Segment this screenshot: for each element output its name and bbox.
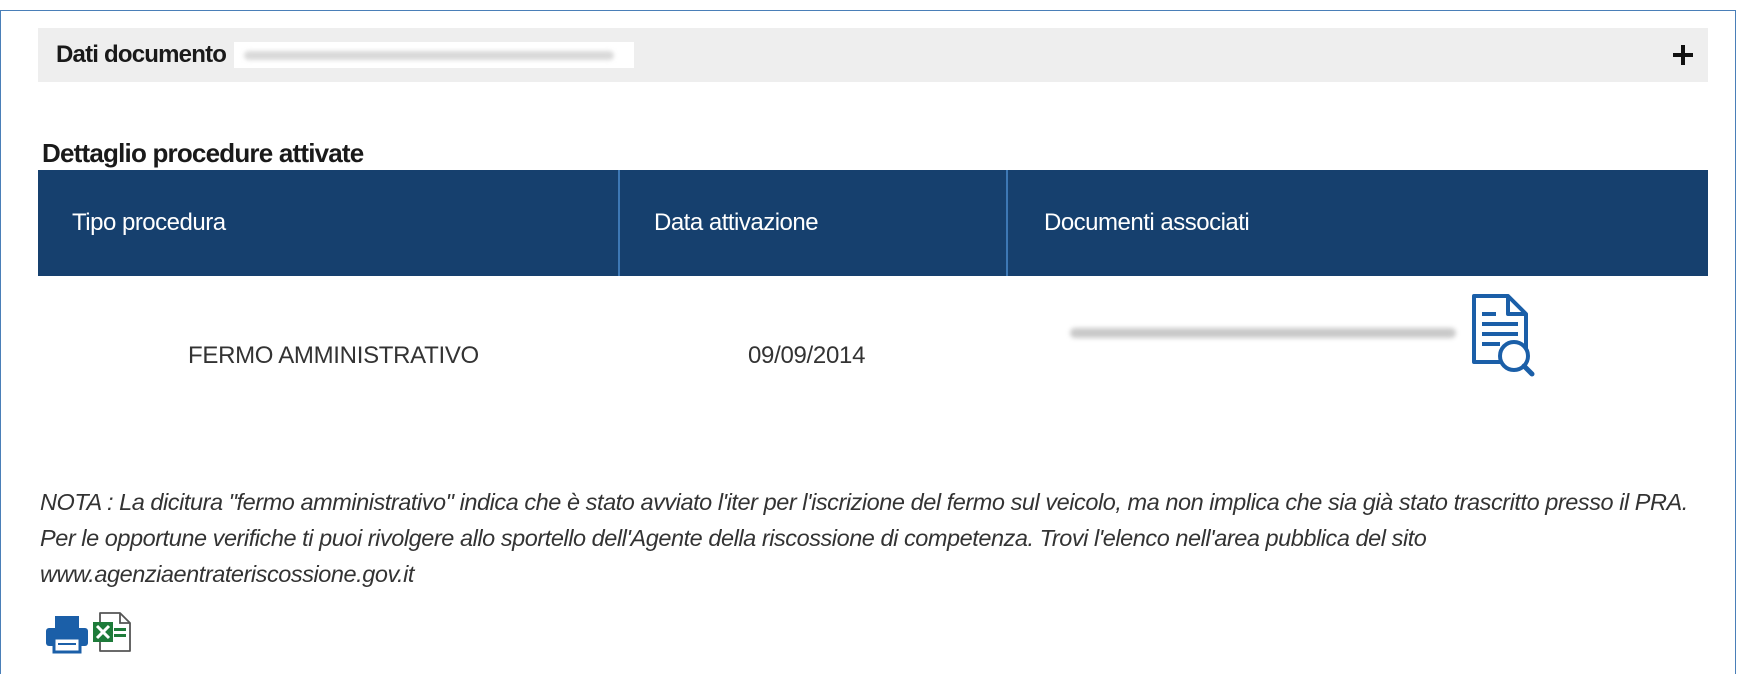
excel-export-icon[interactable] — [90, 610, 132, 654]
dati-documento-accordion[interactable]: Dati documento — [38, 28, 1708, 82]
section-title: Dettaglio procedure attivate — [42, 138, 364, 168]
cell-data-attivazione: 09/09/2014 — [748, 342, 866, 369]
redacted-document-id — [234, 42, 635, 68]
accordion-label: Dati documento — [56, 41, 227, 68]
printer-icon[interactable] — [44, 614, 90, 654]
cell-tipo-procedura: FERMO AMMINISTRATIVO — [188, 342, 479, 369]
column-header-tipo-procedura: Tipo procedura — [38, 170, 620, 276]
plus-icon[interactable] — [1668, 40, 1698, 70]
column-header-documenti-associati: Documenti associati — [1044, 209, 1250, 236]
nota-text: NOTA : La dicitura "fermo amministrativo… — [40, 489, 1688, 587]
column-header-data-attivazione: Data attivazione — [620, 170, 1008, 276]
redacted-document-number — [1070, 328, 1456, 338]
document-search-icon[interactable] — [1468, 292, 1536, 380]
table-header: Tipo procedura Data attivazione Document… — [38, 170, 1708, 276]
